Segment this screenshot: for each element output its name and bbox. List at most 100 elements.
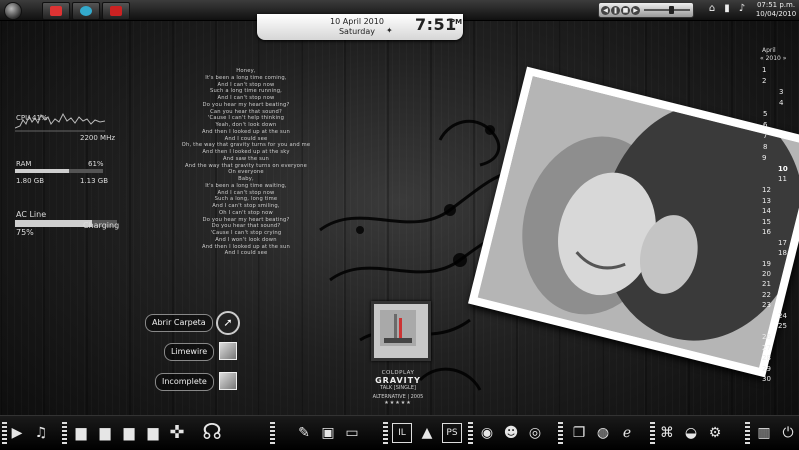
video-folder-icon[interactable]: ▆ <box>96 424 114 442</box>
calendar-day[interactable]: 26 <box>762 333 771 341</box>
next-icon[interactable]: ▶ <box>631 5 640 15</box>
calendar-day[interactable]: 4 <box>779 99 783 107</box>
lyrics-line: 'Cause I can't stop crying <box>210 230 282 236</box>
compass-icon[interactable]: ◎ <box>526 424 544 442</box>
lyrics-line: And I can't stop smiling, <box>212 203 280 209</box>
internet-explorer-icon[interactable]: ℯ <box>618 424 636 442</box>
firefox-icon[interactable]: ◉ <box>478 424 496 442</box>
calendar-day[interactable]: 5 <box>763 110 767 118</box>
calendar-day[interactable]: 10 <box>778 165 788 173</box>
lyrics-line: And then I looked up at the sun <box>202 243 290 250</box>
calendar-prev-icon[interactable]: « <box>760 55 764 62</box>
calendar-day[interactable]: 16 <box>762 228 771 236</box>
battery-percent: 75% <box>16 228 34 237</box>
downloads-folder-icon[interactable]: ▆ <box>144 424 162 442</box>
play-icon[interactable]: ▶ <box>8 424 26 442</box>
ram-used: 1.80 GB <box>16 177 45 185</box>
speaker-device-icon[interactable]: ▥ <box>755 424 773 442</box>
calendar-month: April <box>762 47 776 54</box>
calendar-day[interactable]: 2 <box>762 77 766 85</box>
calendar-day[interactable]: 9 <box>762 154 766 162</box>
calendar-day[interactable]: 14 <box>762 207 771 215</box>
lyrics-line: On everyone <box>228 169 264 176</box>
calendar-day[interactable]: 19 <box>762 260 771 268</box>
shortcut-label-incomplete[interactable]: Incomplete <box>155 373 214 391</box>
calendar-day[interactable]: 30 <box>762 375 771 383</box>
calendar-day[interactable]: 28 <box>762 354 771 362</box>
lyrics-line: It's been a long time waiting, <box>205 182 287 189</box>
calendar-day[interactable]: 3 <box>779 88 783 96</box>
game-controller-icon[interactable]: ✜ <box>168 424 186 442</box>
calendar-day[interactable]: 29 <box>762 365 771 373</box>
lyrics-line: Can you hear that sound? <box>210 108 282 115</box>
calendar-day[interactable]: 11 <box>778 175 787 183</box>
calendar-day[interactable]: 25 <box>778 322 787 330</box>
calendar-day[interactable]: 12 <box>762 186 771 194</box>
gear-icon[interactable]: ⚙ <box>706 424 724 442</box>
dock-separator <box>468 422 473 446</box>
volume-slider[interactable] <box>644 6 690 14</box>
lyrics-line: And then I looked up at the sky <box>202 149 290 155</box>
taskbar-app-gmail[interactable] <box>42 2 70 20</box>
pictures-folder-icon[interactable]: ▆ <box>120 424 138 442</box>
tray-time: 07:51 p.m. <box>756 1 796 9</box>
windows-icon[interactable]: ❐ <box>570 424 588 442</box>
previous-icon[interactable]: ◀ <box>601 5 610 15</box>
incomplete-folder-icon[interactable] <box>219 372 237 390</box>
usb-drive-icon[interactable]: ▭ <box>343 424 361 442</box>
start-button[interactable] <box>4 2 22 20</box>
lyrics-line: And I could see <box>224 135 268 142</box>
calendar-day[interactable]: 17 <box>778 239 787 247</box>
calendar-year: 2010 <box>765 55 781 62</box>
taskbar-app-skype[interactable] <box>72 2 100 20</box>
chrome-icon[interactable]: ◍ <box>594 424 612 442</box>
calendar-day[interactable]: 15 <box>762 218 771 226</box>
shortcut-label-limewire[interactable]: Limewire <box>164 343 215 361</box>
limewire-icon[interactable] <box>219 342 237 360</box>
power-label: AC Line <box>16 210 47 219</box>
speaker-icon[interactable]: ♪ <box>736 3 748 15</box>
pause-icon[interactable]: ❚ <box>611 5 620 15</box>
open-folder-arrow-icon[interactable]: ➚ <box>216 311 240 335</box>
lyrics-line: It's been a long time coming, <box>205 74 287 81</box>
taskbar-app-media[interactable] <box>102 2 130 20</box>
tray-clock[interactable]: 07:51 p.m. 10/04/2010 <box>754 1 798 19</box>
calendar-day[interactable]: 23 <box>762 301 771 309</box>
calendar-day[interactable]: 21 <box>762 280 771 288</box>
ram-percent: 61% <box>88 160 104 168</box>
music-note-icon[interactable]: ♫ <box>32 424 50 442</box>
dock-separator <box>383 422 388 446</box>
power-off-icon[interactable]: ⏻ <box>779 424 797 442</box>
calendar-day[interactable]: 20 <box>762 270 771 278</box>
network-share-icon[interactable]: ⌘ <box>658 424 676 442</box>
calendar-day[interactable]: 7 <box>763 132 767 140</box>
calendar-day[interactable]: 24 <box>778 312 787 320</box>
calendar-next-icon[interactable]: » <box>783 55 787 62</box>
calendar-day[interactable]: 27 <box>762 344 771 352</box>
calendar-day[interactable]: 8 <box>763 143 767 151</box>
calendar-day[interactable]: 1 <box>762 66 766 74</box>
photoshop-icon[interactable]: PS <box>442 423 462 443</box>
shortcut-label-abrir-carpeta[interactable]: Abrir Carpeta <box>145 314 213 332</box>
messenger-icon[interactable]: ☻ <box>502 424 520 442</box>
ram-total: 1.13 GB <box>80 177 109 185</box>
calendar-day[interactable]: 18 <box>778 249 787 257</box>
lyrics-line: Do you hear my heart beating? <box>202 101 290 108</box>
calendar-day[interactable]: 6 <box>763 121 767 129</box>
album-art[interactable] <box>371 301 431 361</box>
camera-icon[interactable]: ▣ <box>319 424 337 442</box>
lyrics-line: Baby, <box>238 176 254 182</box>
acrobat-icon[interactable]: ▲ <box>418 424 436 442</box>
display-icon[interactable]: ◒ <box>682 424 700 442</box>
album-cover-image <box>380 310 416 346</box>
calendar-day[interactable]: 22 <box>762 291 771 299</box>
volume-slider-knob[interactable] <box>669 6 675 14</box>
pencil-icon[interactable]: ✎ <box>295 424 313 442</box>
network-icon[interactable]: ⌂ <box>706 3 718 15</box>
folder-icon[interactable]: ▆ <box>72 424 90 442</box>
power-icon[interactable]: ▮ <box>721 3 733 15</box>
illustrator-icon[interactable]: IL <box>392 423 412 443</box>
calendar-day[interactable]: 13 <box>762 197 771 205</box>
headphones-icon[interactable]: ☊ <box>192 422 232 444</box>
stop-icon[interactable]: ■ <box>621 5 630 15</box>
